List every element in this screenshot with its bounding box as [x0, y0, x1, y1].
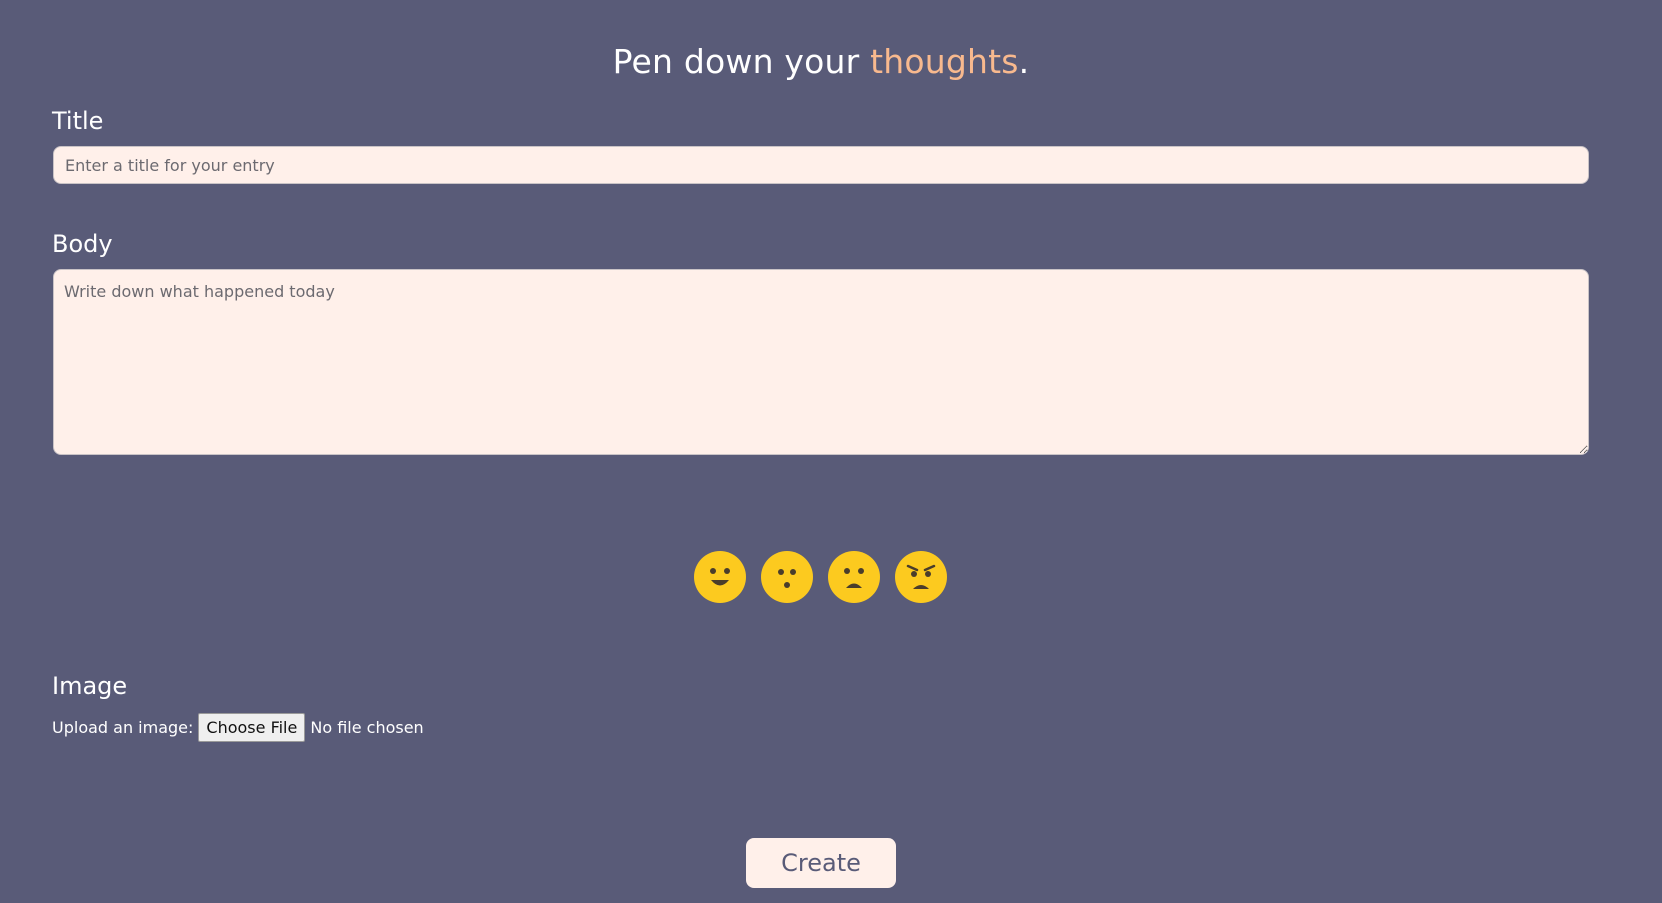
body-textarea[interactable]: [53, 269, 1589, 455]
image-label: Image: [52, 672, 128, 700]
page-title-suffix: .: [1018, 42, 1030, 82]
happy-face-icon[interactable]: [694, 551, 746, 603]
create-button[interactable]: Create: [746, 838, 896, 888]
choose-file-button[interactable]: Choose File: [198, 713, 306, 742]
file-status: No file chosen: [310, 718, 424, 737]
upload-label: Upload an image:: [52, 718, 194, 737]
angry-face-icon[interactable]: [895, 551, 947, 603]
title-input[interactable]: [53, 146, 1589, 184]
page-title: Pen down your thoughts.: [0, 42, 1642, 81]
title-label: Title: [52, 107, 104, 135]
mood-selector: [694, 551, 947, 603]
body-label: Body: [52, 230, 113, 258]
image-upload-row: Upload an image: Choose File No file cho…: [52, 713, 424, 742]
surprised-face-icon[interactable]: [761, 551, 813, 603]
page-title-prefix: Pen down your: [612, 42, 871, 82]
sad-face-icon[interactable]: [828, 551, 880, 603]
page-title-accent: thoughts: [870, 42, 1019, 82]
